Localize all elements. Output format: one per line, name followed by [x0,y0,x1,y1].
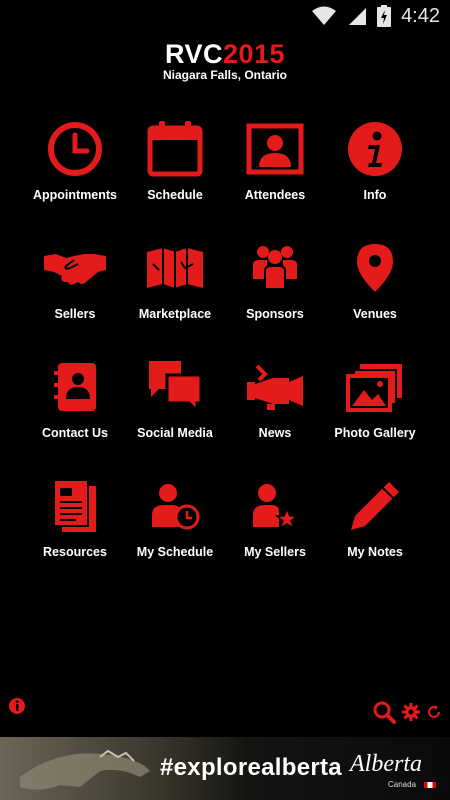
bottom-toolbar [372,700,442,724]
tile-venues[interactable]: Venues [325,236,425,355]
tile-label: Info [363,188,387,202]
explore-alberta-banner[interactable]: #explorealberta Alberta Canada [0,737,450,800]
battery-icon [377,5,392,27]
refresh-icon[interactable] [426,704,442,720]
tile-info[interactable]: Info [325,117,425,236]
documents-icon [53,479,96,532]
handshake-icon [44,254,106,285]
app-header: RVC2015 Niagara Falls, Ontario [0,40,450,82]
person-frame-icon [246,123,304,175]
tile-photo-gallery[interactable]: Photo Gallery [325,355,425,474]
status-bar: 4:42 [0,0,450,33]
tile-label: Venues [353,307,397,321]
tile-label: News [258,426,292,440]
tile-my-schedule[interactable]: My Schedule [125,474,225,593]
location-pin-icon [357,244,393,292]
calendar-icon [147,121,203,177]
wifi-icon [312,6,337,25]
clock-icon [48,122,102,176]
tile-label: Resources [43,545,107,559]
search-icon[interactable] [372,700,396,724]
map-icon [147,248,203,288]
menu-grid: Appointments Schedule Attendees Info Sel… [25,117,425,593]
canada-label: Canada [388,780,417,789]
tile-label: My Sellers [244,545,306,559]
tile-marketplace[interactable]: Marketplace [125,236,225,355]
tile-label: Attendees [244,188,306,202]
megaphone-icon [247,364,303,410]
tile-attendees[interactable]: Attendees [225,117,325,236]
tile-my-sellers[interactable]: My Sellers [225,474,325,593]
person-clock-icon [152,484,200,530]
person-star-icon [253,484,299,530]
tile-label: Sponsors [246,307,304,321]
chat-bubbles-icon [149,361,203,415]
location-subtitle: Niagara Falls, Ontario [162,68,288,82]
tile-appointments[interactable]: Appointments [25,117,125,236]
group-icon [253,246,297,290]
tile-schedule[interactable]: Schedule [125,117,225,236]
tile-label: Photo Gallery [334,426,416,440]
banner-hashtag: #explorealberta [160,754,342,781]
photo-stack-icon [346,364,402,412]
status-icons: 4:42 [311,4,440,28]
address-book-icon [54,363,96,411]
tile-label: Contact Us [42,426,108,440]
tile-news[interactable]: News [225,355,325,474]
tile-label: Sellers [54,307,96,321]
alberta-logo: Alberta [350,751,422,777]
info-icon [348,122,402,176]
signal-icon [349,8,367,25]
tile-label: My Notes [347,545,403,559]
tile-resources[interactable]: Resources [25,474,125,593]
tile-label: Appointments [32,188,118,202]
tile-label: My Schedule [136,545,214,559]
tile-label: Schedule [147,188,203,202]
tile-label: Marketplace [138,307,212,321]
logo-year: 2015 [222,39,286,69]
app-logo: RVC2015 [0,40,450,68]
status-time: 4:42 [401,4,440,27]
gear-icon[interactable] [402,703,420,721]
tile-sellers[interactable]: Sellers [25,236,125,355]
tile-sponsors[interactable]: Sponsors [225,236,325,355]
logo-main: RVC [164,39,223,69]
pencil-icon [351,482,399,530]
canada-flag-icon [424,782,436,788]
tile-social-media[interactable]: Social Media [125,355,225,474]
info-small-icon[interactable] [8,697,26,715]
tile-my-notes[interactable]: My Notes [325,474,425,593]
tile-contact-us[interactable]: Contact Us [25,355,125,474]
tile-label: Social Media [137,426,213,440]
